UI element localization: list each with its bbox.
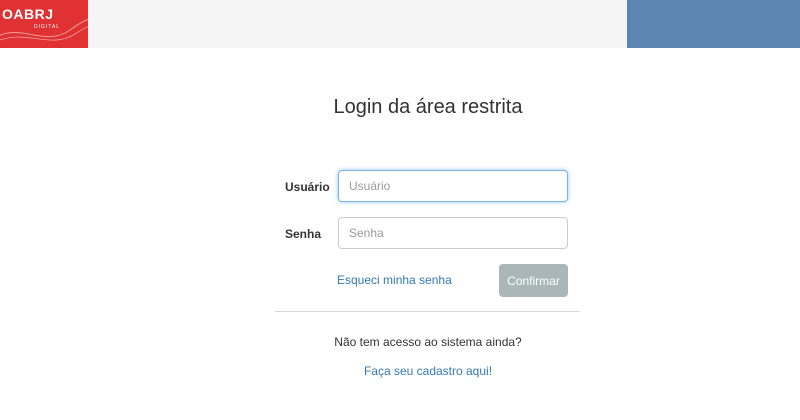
password-label: Senha (285, 227, 322, 241)
header-accent-block (627, 0, 800, 48)
divider (275, 311, 580, 312)
page-title: Login da área restrita (333, 96, 523, 118)
logo-subtext: DIGITAL (34, 24, 61, 30)
register-link-text[interactable]: Faça seu cadastro aqui! (364, 364, 492, 378)
oabrj-logo[interactable]: OABRJ DIGITAL (0, 0, 88, 48)
register-link: Faça seu cadastro aqui! (0, 364, 800, 378)
top-header: OABRJ DIGITAL (0, 0, 800, 48)
username-input[interactable] (338, 170, 568, 202)
confirm-button[interactable]: Confirmar (499, 264, 568, 297)
username-label: Usuário (285, 180, 330, 194)
password-input[interactable] (338, 217, 568, 249)
forgot-password-link[interactable]: Esqueci minha senha (337, 273, 452, 287)
no-access-text: Não tem acesso ao sistema ainda? (334, 335, 522, 349)
logo-text: OABRJ (2, 6, 54, 22)
